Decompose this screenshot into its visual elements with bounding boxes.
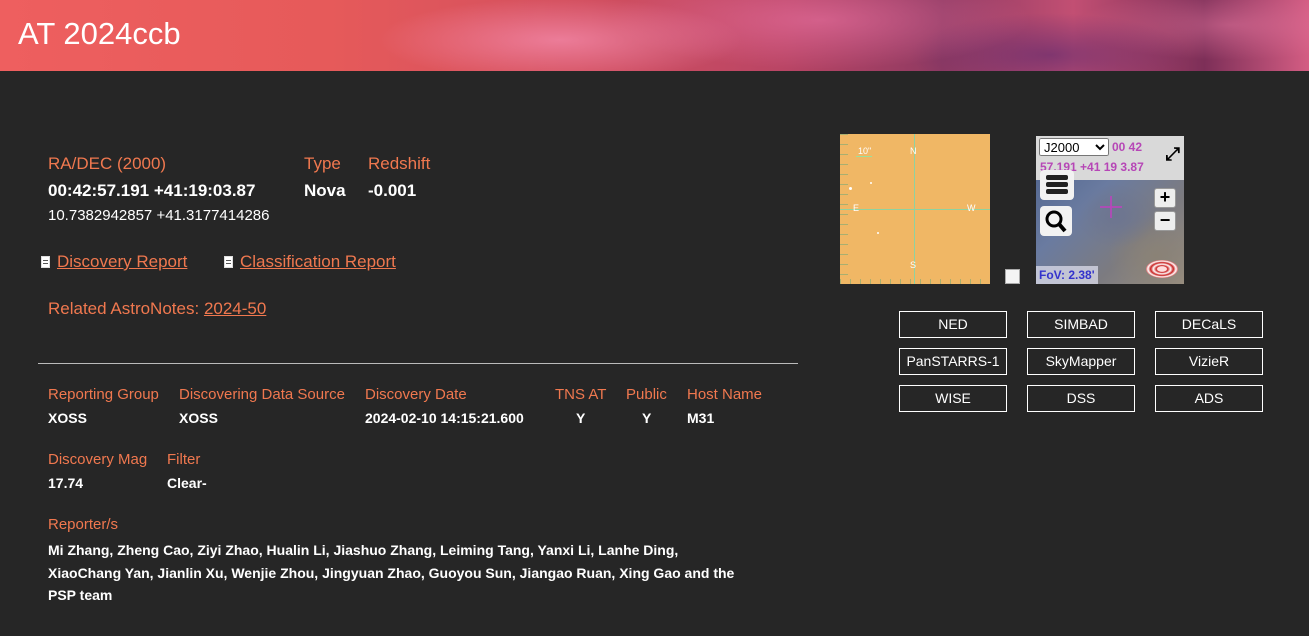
- wise-button[interactable]: WISE: [899, 385, 1007, 412]
- discovery-report-link[interactable]: Discovery Report: [41, 252, 187, 272]
- type-label: Type: [304, 154, 341, 173]
- layers-icon[interactable]: [1040, 170, 1074, 200]
- classification-report-link[interactable]: Classification Report: [224, 252, 396, 272]
- simbad-button[interactable]: SIMBAD: [1027, 311, 1135, 338]
- frame-select[interactable]: J2000: [1039, 138, 1109, 156]
- tns-at-label: TNS AT: [555, 386, 607, 403]
- discovery-report-text[interactable]: Discovery Report: [57, 252, 187, 272]
- coord-line-1: 00 42: [1112, 140, 1143, 154]
- public-value: Y: [642, 410, 652, 426]
- radec-value: 00:42:57.191 +41:19:03.87: [48, 181, 256, 200]
- divider: [38, 363, 798, 364]
- broken-image-icon: [1005, 269, 1020, 284]
- panstarrs-button[interactable]: PanSTARRS-1: [899, 348, 1007, 375]
- target-reticle: [1100, 196, 1122, 218]
- fullscreen-icon[interactable]: ⤢: [1166, 144, 1180, 165]
- fov-label: FoV: 2.38': [1036, 266, 1098, 284]
- public-label: Public: [626, 386, 667, 403]
- reporting-group-value: XOSS: [48, 410, 87, 426]
- reporters-label: Reporter/s: [48, 516, 119, 533]
- astronote-link[interactable]: 2024-50: [204, 299, 266, 318]
- radec-label: RA/DEC (2000): [48, 154, 167, 173]
- aladin-logo-icon[interactable]: [1146, 260, 1178, 278]
- filter-value: Clear-: [167, 475, 207, 491]
- star: [870, 182, 872, 184]
- dss-button[interactable]: DSS: [1027, 385, 1135, 412]
- star: [877, 232, 879, 234]
- scale-label: 10": [858, 146, 872, 156]
- reporting-group-label: Reporting Group: [48, 386, 159, 403]
- radec-degrees: 10.7382942857 +41.3177414286: [48, 207, 270, 224]
- star: [849, 187, 852, 190]
- host-name-value: M31: [687, 410, 715, 426]
- host-name-label: Host Name: [687, 386, 763, 403]
- south-label: S: [910, 260, 917, 270]
- redshift-label: Redshift: [368, 154, 431, 173]
- scale-bar: [856, 156, 872, 157]
- type-value: Nova: [304, 181, 346, 200]
- page-title: AT 2024ccb: [18, 16, 181, 51]
- aladin-viewer[interactable]: J2000 00 42 57.191 +41 19 3.87 ⤢ + − FoV…: [1036, 136, 1184, 284]
- filter-label: Filter: [167, 451, 201, 468]
- east-label: E: [853, 203, 860, 213]
- astronotes-row: Related AstroNotes: 2024-50: [48, 299, 266, 319]
- ned-button[interactable]: NED: [899, 311, 1007, 338]
- zoom-in-button[interactable]: +: [1154, 188, 1176, 208]
- discovery-date-label: Discovery Date: [365, 386, 467, 403]
- skymapper-button[interactable]: SkyMapper: [1027, 348, 1135, 375]
- search-icon[interactable]: [1040, 206, 1072, 236]
- redshift-value: -0.001: [368, 181, 417, 200]
- reporters-list: Mi Zhang, Zheng Cao, Ziyi Zhao, Hualin L…: [48, 542, 735, 603]
- document-icon: [41, 256, 50, 268]
- astronotes-label: Related AstroNotes:: [48, 299, 200, 318]
- discovery-mag-value: 17.74: [48, 475, 84, 491]
- discovery-date-value: 2024-02-10 14:15:21.600: [365, 410, 524, 426]
- finder-chart-image[interactable]: 10" N S E W: [840, 134, 990, 284]
- classification-report-text[interactable]: Classification Report: [240, 252, 396, 272]
- data-source-label: Discovering Data Source: [179, 386, 345, 403]
- decals-button[interactable]: DECaLS: [1155, 311, 1263, 338]
- header-banner: AT 2024ccb: [0, 0, 1309, 71]
- tns-at-value: Y: [576, 410, 586, 426]
- discovery-mag-label: Discovery Mag: [48, 451, 148, 468]
- west-label: W: [967, 203, 976, 213]
- zoom-out-button[interactable]: −: [1154, 211, 1176, 231]
- north-label: N: [910, 146, 917, 156]
- finder-ticks-bottom: [840, 279, 990, 284]
- document-icon: [224, 256, 233, 268]
- vizier-button[interactable]: VizieR: [1155, 348, 1263, 375]
- data-source-value: XOSS: [179, 410, 218, 426]
- ads-button[interactable]: ADS: [1155, 385, 1263, 412]
